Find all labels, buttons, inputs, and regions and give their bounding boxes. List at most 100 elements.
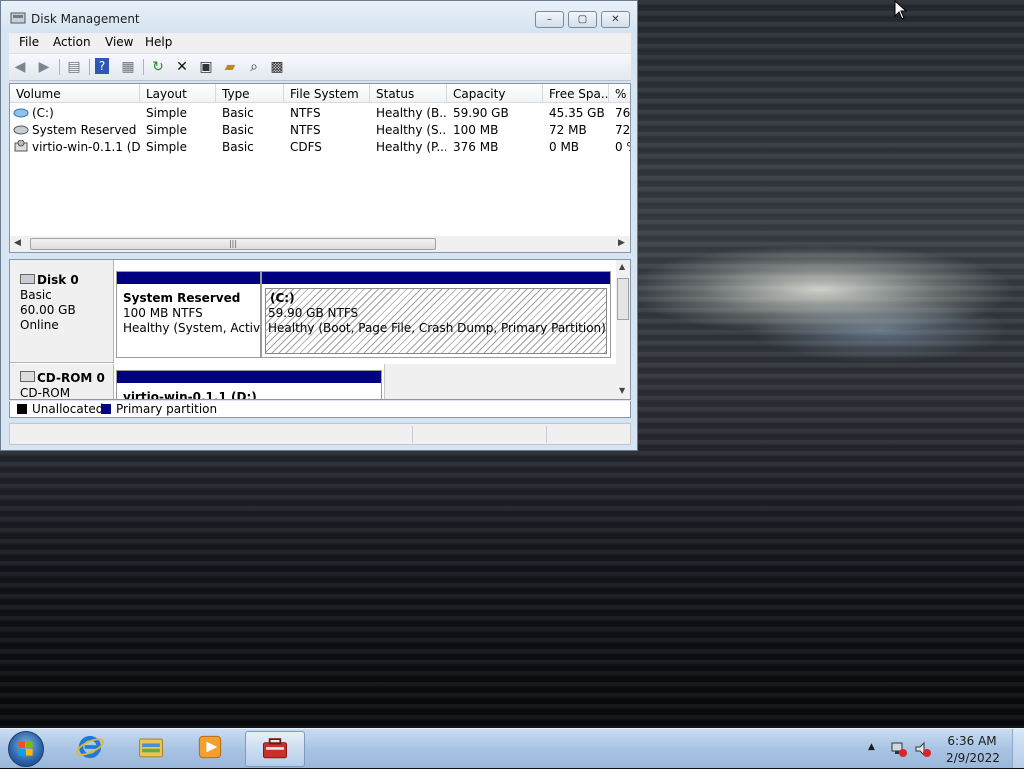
cdrom-0-name: CD-ROM 0 [37, 371, 105, 385]
col-layout[interactable]: Layout [140, 84, 216, 103]
legend-primary-partition: Primary partition [116, 402, 218, 416]
col-capacity[interactable]: Capacity [447, 84, 543, 103]
network-icon[interactable] [890, 740, 908, 758]
menu-help[interactable]: Help [145, 35, 172, 49]
close-button[interactable]: ✕ [601, 11, 630, 28]
partition-name: System Reserved [123, 291, 241, 305]
rescan-icon[interactable]: ▩ [268, 58, 286, 76]
partition-d-drive[interactable]: virtio-win-0.1.1 (D:) [116, 370, 382, 400]
taskbar: ▲ 6:36 AM 2/9/2022 [0, 728, 1024, 768]
cell-percent-free: 76 [615, 106, 630, 120]
taskbar-disk-management[interactable] [245, 731, 305, 767]
drive-icon [13, 108, 29, 118]
drive-icon [13, 125, 29, 135]
cell-file-system: CDFS [290, 140, 322, 154]
col-percent-free[interactable]: % F [609, 84, 630, 103]
status-bar [9, 423, 631, 445]
show-hidden-icons-button[interactable]: ▲ [868, 742, 875, 752]
legend-swatch-unallocated [17, 404, 27, 414]
back-arrow-icon[interactable]: ◀ [11, 58, 29, 76]
media-player-icon [198, 735, 222, 759]
clock-date[interactable]: 2/9/2022 [946, 751, 1000, 765]
scroll-down-icon[interactable]: ▼ [619, 386, 625, 395]
col-volume[interactable]: Volume [10, 84, 140, 103]
open-icon[interactable]: ▰ [221, 58, 239, 76]
scroll-thumb[interactable] [617, 278, 629, 320]
volume-list: Volume Layout Type File System Status Ca… [9, 83, 631, 253]
cell-percent-free: 0 % [615, 140, 630, 154]
menu-file[interactable]: File [19, 35, 39, 49]
vertical-scrollbar[interactable]: ▲ ▼ [616, 260, 630, 399]
scroll-up-icon[interactable]: ▲ [619, 262, 625, 271]
properties-icon[interactable]: ▦ [119, 58, 137, 76]
taskbar-internet-explorer[interactable] [64, 731, 116, 767]
disk-0-type: Basic [20, 288, 52, 302]
windows-explorer-icon [139, 738, 163, 758]
cell-layout: Simple [146, 106, 187, 120]
start-button[interactable] [8, 731, 44, 767]
title-bar[interactable]: Disk Management – ▢ ✕ [1, 1, 637, 33]
scroll-right-icon[interactable]: ▶ [618, 238, 625, 248]
disk-management-app-icon [10, 12, 26, 24]
forward-arrow-icon[interactable]: ▶ [35, 58, 53, 76]
disk-0-state: Online [20, 318, 59, 332]
disk-0-name: Disk 0 [37, 273, 79, 287]
menu-action[interactable]: Action [53, 35, 91, 49]
cell-status: Healthy (B... [376, 106, 446, 120]
horizontal-scrollbar[interactable]: ◀ ||| ▶ [10, 236, 630, 252]
col-free-space[interactable]: Free Spa... [543, 84, 609, 103]
cell-capacity: 376 MB [453, 140, 499, 154]
menu-bar: File Action View Help [9, 33, 631, 53]
disk-management-icon [263, 738, 287, 759]
windows-logo-icon [18, 741, 33, 756]
legend-unallocated: Unallocated [32, 402, 104, 416]
cell-capacity: 59.90 GB [453, 106, 509, 120]
menu-view[interactable]: View [105, 35, 133, 49]
refresh-icon[interactable]: ↻ [149, 58, 167, 76]
maximize-button[interactable]: ▢ [568, 11, 597, 28]
console-tree-icon[interactable]: ▤ [65, 58, 83, 76]
scroll-left-icon[interactable]: ◀ [14, 238, 21, 248]
partition-bar [117, 272, 260, 284]
cell-volume: (C:) [32, 106, 54, 120]
clock-time[interactable]: 6:36 AM [946, 734, 998, 748]
scroll-thumb[interactable]: ||| [30, 238, 436, 250]
cell-capacity: 100 MB [453, 123, 499, 137]
mouse-cursor-icon [894, 0, 908, 20]
cell-status: Healthy (P... [376, 140, 446, 154]
partition-name: (C:) [270, 291, 295, 305]
partition-c-drive[interactable]: (C:) 59.90 GB NTFS Healthy (Boot, Page F… [261, 271, 611, 358]
cell-file-system: NTFS [290, 123, 321, 137]
partition-name: virtio-win-0.1.1 (D:) [123, 390, 257, 400]
col-status[interactable]: Status [370, 84, 447, 103]
cd-drive-icon [20, 371, 35, 382]
disk-0-info[interactable]: Disk 0 Basic 60.00 GB Online [10, 260, 114, 363]
disk-0-size: 60.00 GB [20, 303, 76, 317]
taskbar-windows-explorer[interactable] [125, 731, 177, 767]
col-type[interactable]: Type [216, 84, 284, 103]
disk-graphical-view: Disk 0 Basic 60.00 GB Online System Rese… [9, 259, 631, 400]
col-file-system[interactable]: File System [284, 84, 370, 103]
cell-type: Basic [222, 140, 254, 154]
cdrom-0-info[interactable]: CD-ROM 0 CD-ROM [10, 364, 114, 400]
toolbar: ◀ ▶ ▤ ? ▦ ↻ ✕ ▣ ▰ ⌕ ▩ [9, 54, 631, 81]
cell-free-space: 45.35 GB [549, 106, 605, 120]
cell-percent-free: 72 [615, 123, 630, 137]
legend-swatch-primary [101, 404, 111, 414]
disk-icon [20, 274, 35, 284]
cell-layout: Simple [146, 140, 187, 154]
delete-icon[interactable]: ✕ [173, 58, 191, 76]
volume-muted-icon[interactable] [914, 740, 932, 758]
internet-explorer-icon [76, 735, 104, 759]
partition-status: Healthy (System, Active, [123, 321, 272, 335]
taskbar-media-player[interactable] [184, 731, 236, 767]
cell-free-space: 72 MB [549, 123, 587, 137]
show-desktop-button[interactable] [1012, 729, 1024, 768]
partition-system-reserved[interactable]: System Reserved 100 MB NTFS Healthy (Sys… [116, 271, 271, 358]
explore-icon[interactable]: ⌕ [245, 58, 263, 76]
format-icon[interactable]: ▣ [197, 58, 215, 76]
help-icon[interactable]: ? [95, 58, 109, 74]
minimize-button[interactable]: – [535, 11, 564, 28]
cell-volume: virtio-win-0.1.1 (D:) [32, 140, 140, 154]
cdrom-0-type: CD-ROM [20, 386, 71, 400]
